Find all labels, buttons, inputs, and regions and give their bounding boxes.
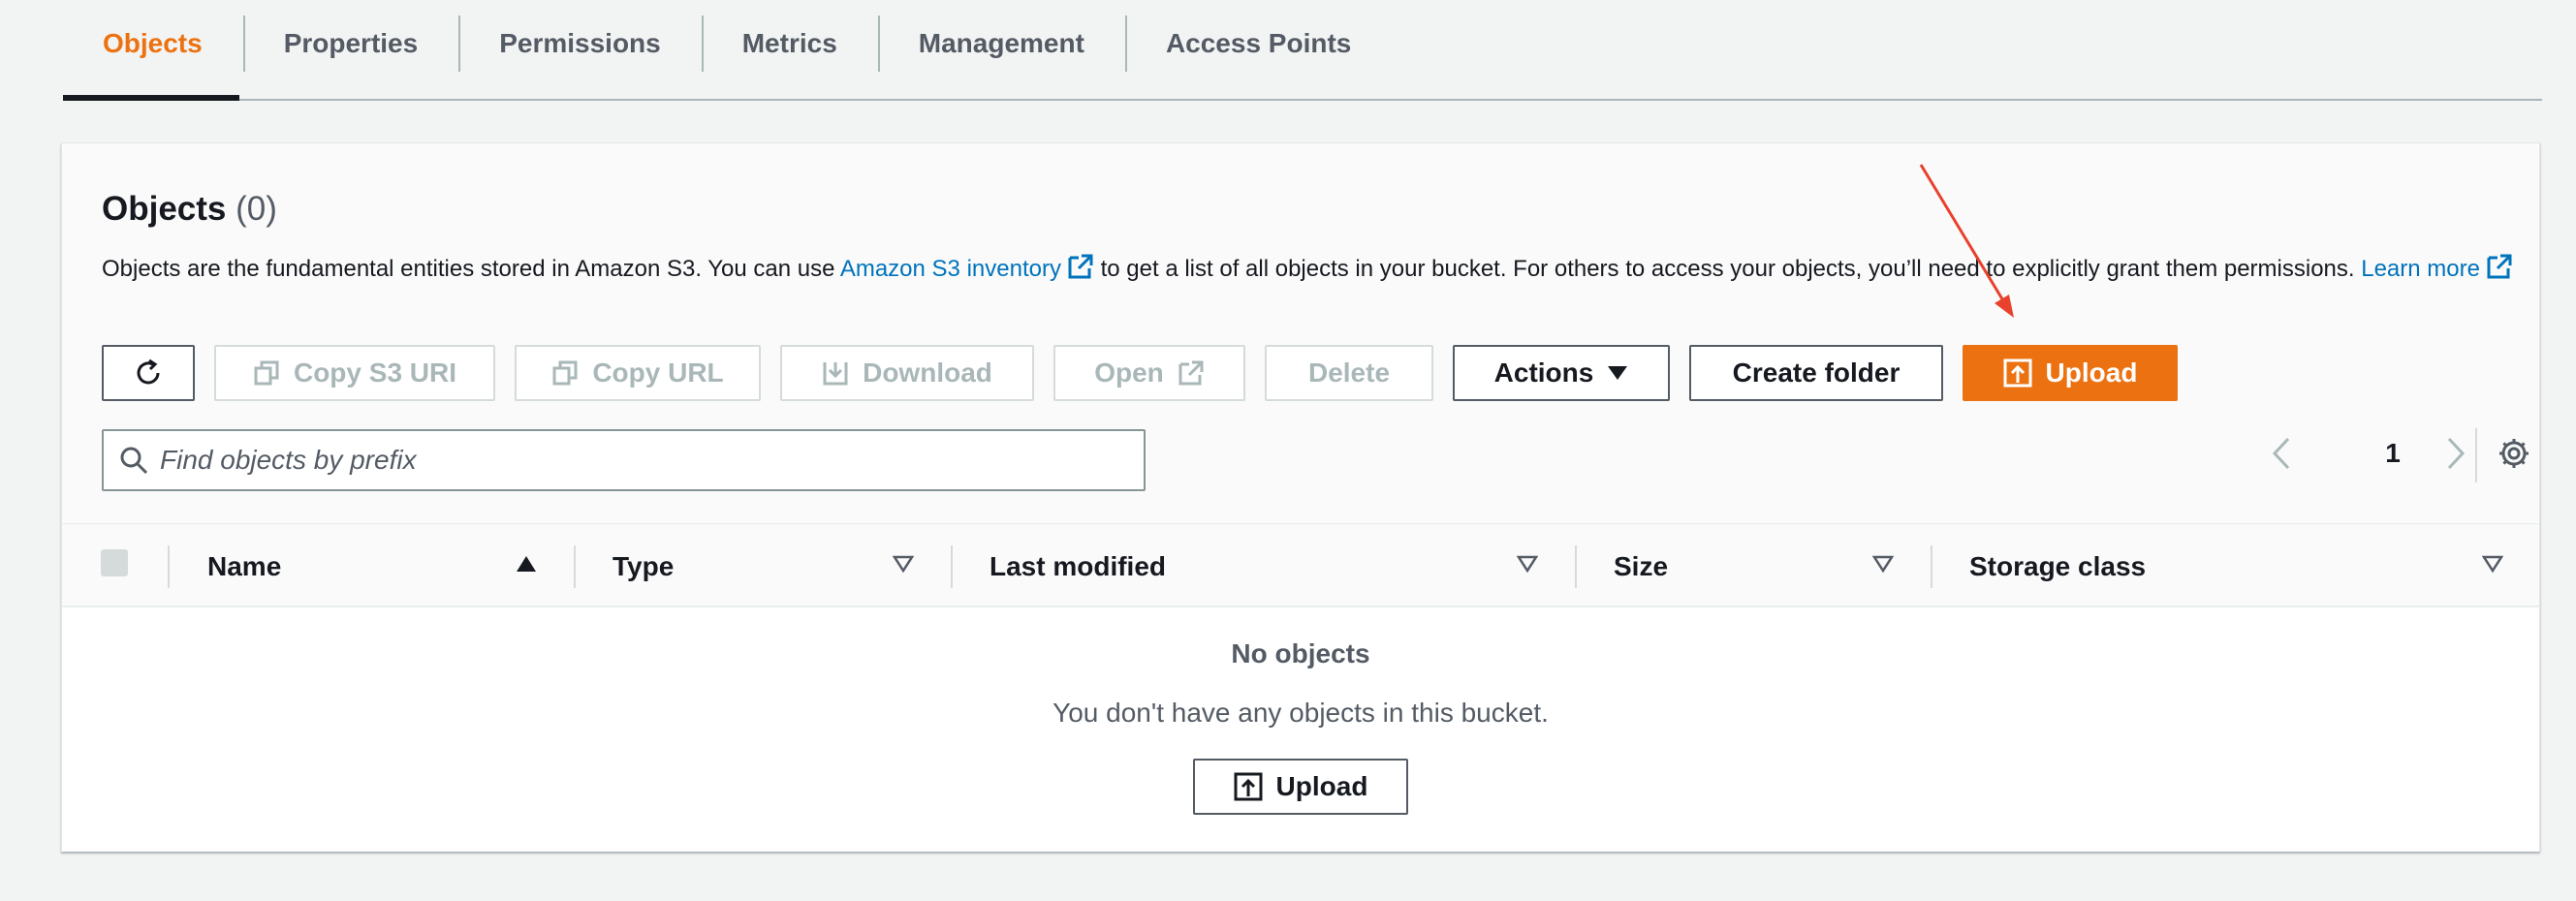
active-tab-indicator: [63, 95, 239, 101]
tab-objects[interactable]: Objects: [63, 0, 243, 87]
column-label: Storage class: [1969, 550, 2147, 581]
button-label: Copy S3 URI: [293, 357, 457, 388]
table-header: Name Type Last modified Size Storage cla…: [62, 523, 2539, 607]
pagination-divider: [2475, 428, 2477, 482]
external-link-icon: [1068, 254, 1093, 279]
button-label: Copy URL: [592, 357, 724, 388]
button-label: Upload: [2045, 357, 2138, 388]
sort-icon[interactable]: [2482, 555, 2503, 573]
gear-icon: [2499, 439, 2529, 468]
description-text: to get a list of all objects in your buc…: [1093, 256, 2362, 282]
tab-label: Metrics: [741, 28, 837, 58]
column-divider: [1931, 545, 1932, 588]
create-folder-button[interactable]: Create folder: [1689, 345, 1943, 401]
next-page-button[interactable]: [2436, 424, 2475, 482]
upload-button[interactable]: Upload: [1963, 345, 2178, 401]
upload-icon: [1234, 772, 1263, 801]
tab-label: Access Points: [1165, 28, 1352, 58]
download-icon: [823, 362, 848, 386]
table-body-empty-state: No objects You don't have any objects in…: [62, 607, 2539, 852]
button-label: Open: [1094, 357, 1164, 388]
chevron-right-icon: [2447, 437, 2466, 470]
copy-s3-uri-button[interactable]: Copy S3 URI: [214, 345, 495, 401]
page-number-label: 1: [2385, 438, 2401, 468]
upload-icon: [2003, 358, 2032, 388]
refresh-button[interactable]: [102, 345, 195, 401]
copy-icon: [254, 360, 279, 386]
learn-more-link[interactable]: Learn more: [2361, 254, 2513, 282]
search-box: [102, 429, 1146, 491]
search-input[interactable]: [160, 445, 1090, 476]
object-count: (0): [236, 190, 277, 228]
inventory-link[interactable]: Amazon S3 inventory: [839, 254, 1094, 282]
caret-down-icon: [1608, 366, 1628, 380]
chevron-left-icon: [2272, 437, 2290, 470]
tab-management[interactable]: Management: [877, 0, 1125, 87]
tab-access-points[interactable]: Access Points: [1124, 0, 1392, 87]
button-label: Upload: [1275, 771, 1368, 801]
button-label: Actions: [1493, 357, 1594, 388]
column-header-last-modified[interactable]: Last modified: [990, 524, 1166, 608]
column-divider: [574, 545, 576, 588]
title-text: Objects: [102, 190, 227, 228]
tab-label: Objects: [103, 28, 203, 58]
select-all-checkbox[interactable]: [101, 549, 128, 576]
objects-panel: Objects (0) Objects are the fundamental …: [61, 142, 2540, 852]
delete-button[interactable]: Delete: [1265, 345, 1433, 401]
button-label: Create folder: [1732, 357, 1901, 388]
column-label: Name: [207, 550, 282, 581]
page-title: Objects (0): [102, 190, 277, 229]
sort-icon[interactable]: [1517, 555, 1538, 573]
column-label: Type: [613, 550, 675, 581]
description-text: Objects are the fundamental entities sto…: [102, 256, 840, 282]
empty-state-title: No objects: [1231, 638, 1370, 668]
column-divider: [1575, 545, 1577, 588]
external-link-icon: [1178, 360, 1204, 386]
column-header-type[interactable]: Type: [613, 524, 674, 608]
external-link-icon: [2487, 254, 2512, 279]
copy-url-button[interactable]: Copy URL: [515, 345, 761, 401]
sort-icon[interactable]: [1872, 555, 1894, 573]
download-button[interactable]: Download: [780, 345, 1034, 401]
previous-page-button[interactable]: [2262, 424, 2301, 482]
column-header-storage-class[interactable]: Storage class: [1969, 524, 2146, 608]
page-number[interactable]: 1: [2369, 424, 2417, 482]
column-header-size[interactable]: Size: [1614, 524, 1668, 608]
tab-label: Permissions: [499, 28, 661, 58]
inventory-link-label: Amazon S3 inventory: [839, 256, 1061, 282]
actions-dropdown-button[interactable]: Actions: [1453, 345, 1670, 401]
panel-description: Objects are the fundamental entities sto…: [102, 250, 2515, 289]
tab-metrics[interactable]: Metrics: [701, 0, 878, 87]
sort-icon[interactable]: [893, 555, 914, 573]
copy-icon: [552, 360, 578, 386]
button-label: Delete: [1307, 357, 1391, 388]
column-divider: [951, 545, 953, 588]
column-divider: [168, 545, 170, 588]
tab-label: Properties: [283, 28, 419, 58]
panel-header: Objects (0) Objects are the fundamental …: [62, 143, 2539, 523]
tab-permissions[interactable]: Permissions: [458, 0, 702, 87]
empty-upload-button[interactable]: Upload: [1193, 759, 1408, 815]
column-label: Size: [1614, 550, 1669, 581]
column-label: Last modified: [990, 550, 1167, 581]
tab-properties[interactable]: Properties: [242, 0, 459, 87]
search-icon: [120, 447, 148, 475]
empty-state-text: You don't have any objects in this bucke…: [1052, 698, 1549, 728]
sort-ascending-icon[interactable]: [516, 555, 537, 573]
refresh-icon: [137, 358, 160, 385]
button-label: Download: [863, 357, 992, 388]
tab-bar: Objects Properties Permissions Metrics M…: [63, 0, 2542, 101]
tab-label: Management: [918, 28, 1084, 58]
column-header-name[interactable]: Name: [207, 524, 281, 608]
open-button[interactable]: Open: [1053, 345, 1245, 401]
learn-more-label: Learn more: [2361, 256, 2480, 282]
table-settings-button[interactable]: [2495, 424, 2533, 482]
